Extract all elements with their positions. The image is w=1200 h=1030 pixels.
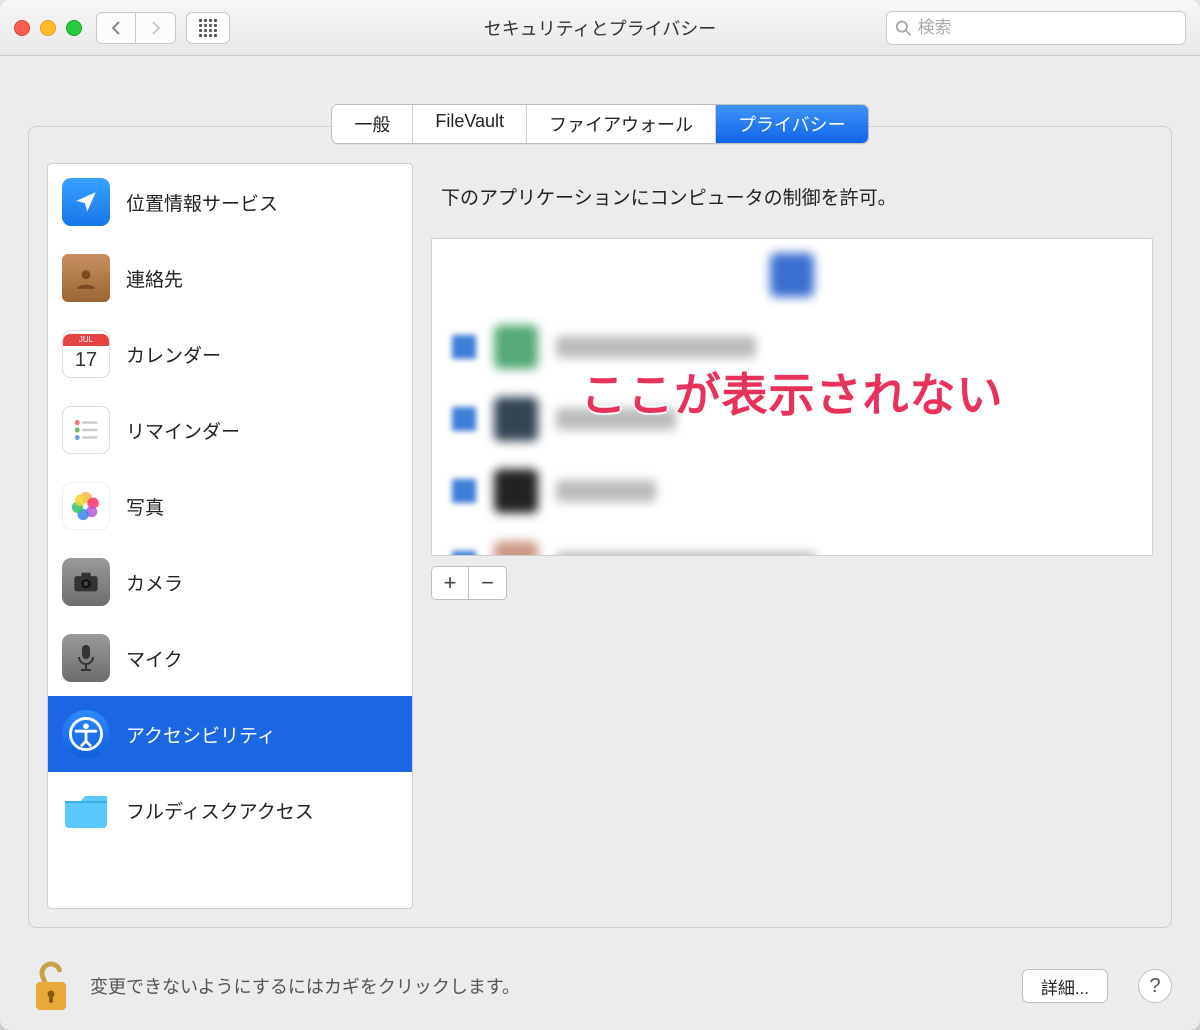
- search-icon: [895, 19, 912, 37]
- privacy-category-list[interactable]: 位置情報サービス 連絡先 JUL 17 カレンダー: [47, 163, 413, 909]
- window-body: 一般 FileVault ファイアウォール プライバシー 位置情報サービス: [0, 56, 1200, 942]
- minimize-icon[interactable]: [40, 20, 56, 36]
- sidebar-item-label: カレンダー: [126, 341, 221, 368]
- window-controls: [14, 20, 82, 36]
- mic-icon: [62, 634, 110, 682]
- content-panel: 位置情報サービス 連絡先 JUL 17 カレンダー: [28, 126, 1172, 928]
- zoom-icon[interactable]: [66, 20, 82, 36]
- lock-button[interactable]: [28, 958, 74, 1014]
- tab-general[interactable]: 一般: [332, 105, 413, 143]
- sidebar-item-label: カメラ: [126, 569, 183, 596]
- preferences-window: セキュリティとプライバシー 一般 FileVault ファイアウォール プライバ…: [0, 0, 1200, 1030]
- sidebar-item-reminders[interactable]: リマインダー: [48, 392, 412, 468]
- remove-button[interactable]: −: [469, 566, 507, 600]
- sidebar-item-label: 写真: [126, 493, 164, 520]
- sidebar-item-label: フルディスクアクセス: [126, 797, 314, 824]
- search-field[interactable]: [886, 11, 1186, 45]
- tab-bar: 一般 FileVault ファイアウォール プライバシー: [28, 104, 1172, 144]
- lock-message: 変更できないようにするにはカギをクリックします。: [90, 973, 520, 999]
- footer: 変更できないようにするにはカギをクリックします。 詳細... ?: [0, 942, 1200, 1030]
- lock-open-icon: [28, 958, 74, 1014]
- tab-filevault[interactable]: FileVault: [413, 105, 527, 143]
- pane-description: 下のアプリケーションにコンピュータの制御を許可。: [431, 163, 1153, 238]
- sidebar-item-camera[interactable]: カメラ: [48, 544, 412, 620]
- folder-icon: [62, 786, 110, 834]
- sidebar-item-microphone[interactable]: マイク: [48, 620, 412, 696]
- forward-button[interactable]: [136, 12, 176, 44]
- advanced-button[interactable]: 詳細...: [1022, 969, 1108, 1003]
- sidebar-item-label: アクセシビリティ: [126, 721, 276, 748]
- sidebar-item-label: リマインダー: [126, 417, 240, 444]
- calendar-icon: JUL 17: [62, 330, 110, 378]
- show-all-button[interactable]: [186, 12, 230, 44]
- location-icon: [62, 178, 110, 226]
- sidebar-item-accessibility[interactable]: アクセシビリティ: [48, 696, 412, 772]
- annotation-overlay: ここが表示されない: [432, 359, 1152, 425]
- close-icon[interactable]: [14, 20, 30, 36]
- photos-icon: [62, 482, 110, 530]
- tab-firewall[interactable]: ファイアウォール: [527, 105, 716, 143]
- camera-icon: [62, 558, 110, 606]
- sidebar-item-calendar[interactable]: JUL 17 カレンダー: [48, 316, 412, 392]
- sidebar-item-photos[interactable]: 写真: [48, 468, 412, 544]
- tab-privacy[interactable]: プライバシー: [716, 105, 868, 143]
- grid-icon: [198, 18, 218, 38]
- reminders-icon: [62, 406, 110, 454]
- help-button[interactable]: ?: [1138, 969, 1172, 1003]
- contacts-icon: [62, 254, 110, 302]
- allowed-apps-list[interactable]: ここが表示されない: [431, 238, 1153, 556]
- back-button[interactable]: [96, 12, 136, 44]
- sidebar-item-fulldisk[interactable]: フルディスクアクセス: [48, 772, 412, 848]
- sidebar-item-location[interactable]: 位置情報サービス: [48, 164, 412, 240]
- accessibility-icon: [62, 710, 110, 758]
- add-button[interactable]: +: [431, 566, 469, 600]
- sidebar-item-label: マイク: [126, 645, 183, 672]
- sidebar-item-contacts[interactable]: 連絡先: [48, 240, 412, 316]
- sidebar-item-label: 位置情報サービス: [126, 189, 278, 216]
- search-input[interactable]: [918, 18, 1177, 38]
- nav-buttons: [96, 12, 176, 44]
- sidebar-item-label: 連絡先: [126, 265, 183, 292]
- add-remove-controls: + −: [431, 566, 1153, 600]
- titlebar: セキュリティとプライバシー: [0, 0, 1200, 56]
- detail-pane: 下のアプリケーションにコンピュータの制御を許可。 ここが表示されない + −: [431, 163, 1153, 909]
